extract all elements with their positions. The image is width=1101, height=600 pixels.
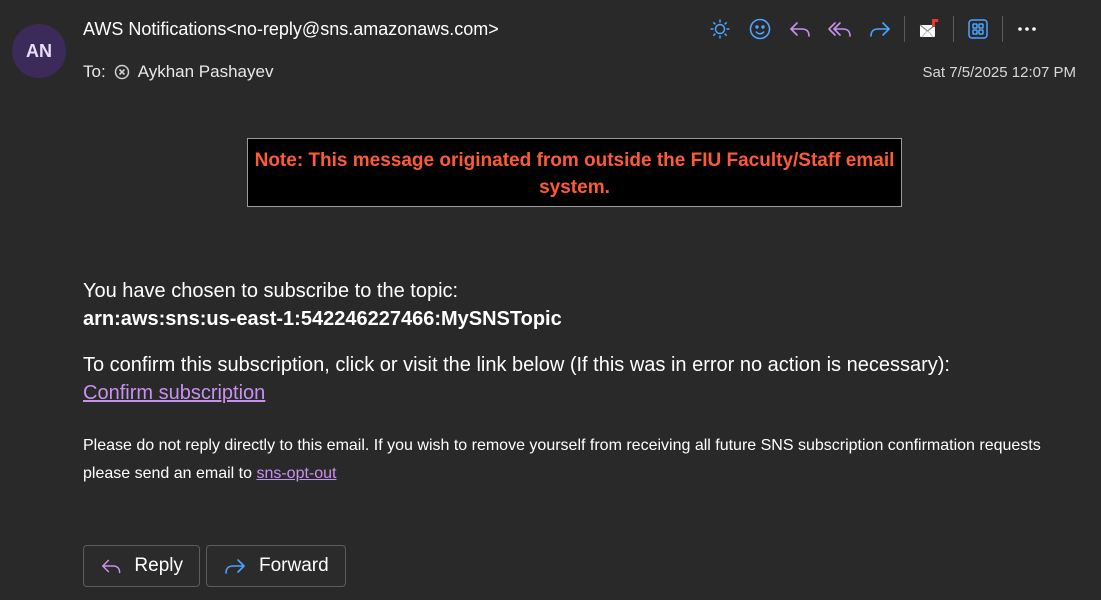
toolbar-divider (1002, 16, 1003, 42)
message-toolbar (700, 14, 1047, 44)
emoji-icon[interactable] (740, 14, 780, 44)
forward-icon (225, 559, 245, 574)
footer-notice: Please do not reply directly to this ema… (83, 432, 1073, 488)
sender-name[interactable]: AWS Notifications<no-reply@sns.amazonaws… (83, 19, 499, 40)
opt-out-link[interactable]: sns-opt-out (256, 465, 336, 482)
reply-icon[interactable] (780, 14, 820, 44)
topic-arn: arn:aws:sns:us-east-1:542246227466:MySNS… (83, 308, 562, 330)
external-sender-banner: Note: This message originated from outsi… (247, 138, 902, 207)
confirm-subscription-link[interactable]: Confirm subscription (83, 382, 265, 405)
reply-button[interactable]: Reply (83, 545, 200, 587)
confirm-instructions: To confirm this subscription, click or v… (83, 354, 950, 376)
message-actions: Reply Forward (83, 545, 346, 587)
toolbar-divider (953, 16, 954, 42)
reply-label: Reply (134, 555, 183, 576)
forward-label: Forward (259, 555, 329, 576)
toolbar-divider (904, 16, 905, 42)
reply-all-icon[interactable] (820, 14, 860, 44)
recipient-name[interactable]: Aykhan Pashayev (138, 62, 274, 82)
footer-text: Please do not reply directly to this ema… (83, 437, 1041, 482)
reply-icon (102, 559, 121, 574)
brightness-icon[interactable] (700, 14, 740, 44)
subscribe-intro: You have chosen to subscribe to the topi… (83, 280, 459, 302)
remove-recipient-icon[interactable] (114, 64, 130, 80)
forward-icon[interactable] (860, 14, 900, 44)
recipient-line: To: Aykhan Pashayev (83, 62, 273, 82)
to-label: To: (83, 62, 106, 81)
more-icon[interactable] (1007, 14, 1047, 44)
avatar[interactable]: AN (12, 24, 66, 78)
forward-button[interactable]: Forward (206, 545, 346, 587)
apps-icon[interactable] (958, 14, 998, 44)
message-datetime: Sat 7/5/2025 12:07 PM (922, 64, 1076, 81)
report-icon[interactable] (909, 14, 949, 44)
